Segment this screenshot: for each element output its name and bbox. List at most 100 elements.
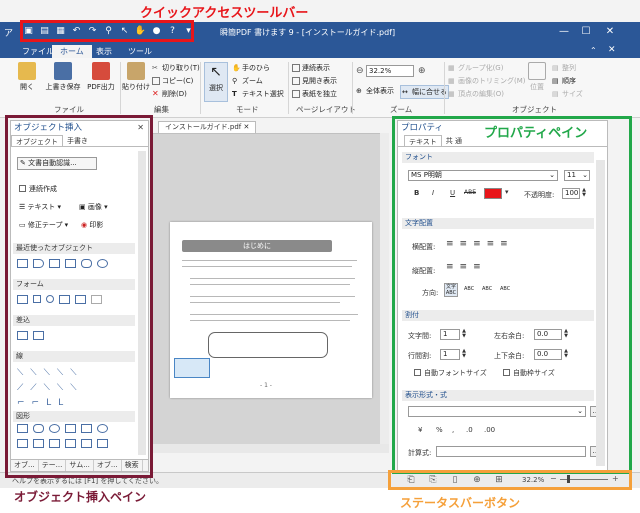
open-button[interactable]: 開く bbox=[12, 62, 42, 92]
document-tab-label: インストールガイド.pdf bbox=[165, 123, 242, 131]
hand-icon: ✋ bbox=[232, 64, 241, 72]
text-line bbox=[190, 296, 355, 297]
separator bbox=[352, 62, 353, 114]
text-line bbox=[190, 314, 358, 315]
group-zoom-label: ズーム bbox=[390, 105, 413, 114]
position-label: 位置 bbox=[530, 83, 544, 91]
maximize-icon[interactable]: ☐ bbox=[578, 25, 594, 39]
canvas-v-scrollbar[interactable] bbox=[380, 133, 389, 444]
cut-button[interactable]: ✂ 切り取り(T) bbox=[152, 63, 200, 73]
copy-icon bbox=[152, 77, 160, 85]
delete-button[interactable]: ✕ 削除(D) bbox=[152, 89, 187, 99]
cover-separate-button[interactable]: 表紙を独立 bbox=[292, 89, 337, 99]
spread-icon bbox=[292, 77, 300, 85]
callout-box[interactable] bbox=[208, 332, 328, 358]
ribbon-collapse-icon[interactable]: ⌃ bbox=[590, 46, 597, 55]
delete-icon: ✕ bbox=[152, 89, 159, 98]
save-button[interactable]: 上書き保存 bbox=[44, 62, 82, 92]
minimize-icon[interactable]: — bbox=[556, 25, 572, 39]
property-pane-caption: プロパティペイン bbox=[484, 126, 588, 141]
order-icon: ▤ bbox=[552, 77, 559, 85]
text-line bbox=[190, 302, 340, 303]
status-bar-buttons-highlight bbox=[388, 470, 632, 490]
continuous-view-label: 連続表示 bbox=[302, 64, 330, 72]
vertex-edit-button[interactable]: ▦ 頂点の編集(O) bbox=[448, 89, 504, 99]
zoom-in-icon[interactable]: ⊕ bbox=[418, 66, 426, 76]
fit-width-button[interactable]: ↔ 幅に合せる bbox=[400, 85, 449, 99]
selected-object[interactable] bbox=[174, 358, 210, 378]
save-icon bbox=[54, 62, 72, 80]
group-icon: ▦ bbox=[448, 64, 455, 72]
separator bbox=[200, 62, 201, 114]
align-icon: ▤ bbox=[552, 64, 559, 72]
property-pane-highlight bbox=[392, 116, 632, 474]
doc-close-icon[interactable]: ✕ bbox=[608, 45, 616, 55]
cursor-icon: ↖ bbox=[210, 64, 222, 80]
menu-tools[interactable]: ツール bbox=[120, 45, 160, 58]
zoom-combo[interactable]: 32.2% bbox=[366, 65, 414, 77]
position-button[interactable]: 位置 bbox=[526, 62, 548, 92]
size-button[interactable]: ▤ サイズ bbox=[552, 89, 583, 99]
open-label: 開く bbox=[20, 83, 34, 91]
continuous-view-button[interactable]: 連続表示 bbox=[292, 63, 330, 73]
paste-button[interactable]: 貼り付け bbox=[122, 62, 150, 92]
group-mode-label: モード bbox=[236, 105, 259, 114]
zoom-icon: ⚲ bbox=[232, 77, 238, 85]
separator bbox=[444, 62, 445, 114]
group-layout-label: ページレイアウト bbox=[296, 105, 356, 114]
spread-view-button[interactable]: 見開き表示 bbox=[292, 76, 337, 86]
text-cursor-icon: T bbox=[232, 90, 237, 98]
text-line bbox=[190, 284, 350, 285]
group-button[interactable]: ▦ グループ化(G) bbox=[448, 63, 503, 73]
separator bbox=[288, 62, 289, 114]
status-bar-buttons-caption: ステータスバーボタン bbox=[400, 496, 521, 510]
fit-all-label: 全体表示 bbox=[366, 87, 394, 95]
copy-button[interactable]: コピー(C) bbox=[152, 76, 193, 86]
pdf-output-button[interactable]: PDF出力 bbox=[84, 62, 118, 92]
trim-icon: ▦ bbox=[448, 77, 455, 85]
document-page[interactable]: はじめに - 1 - bbox=[170, 222, 372, 398]
app-icon[interactable]: ア bbox=[4, 26, 13, 39]
order-label: 順序 bbox=[562, 77, 576, 85]
group-edit-label: 編集 bbox=[154, 105, 169, 114]
group-file-label: ファイル bbox=[54, 105, 84, 114]
page-banner: はじめに bbox=[182, 240, 332, 252]
spread-view-label: 見開き表示 bbox=[302, 77, 337, 85]
select-mode-label: 選択 bbox=[209, 84, 223, 92]
trim-button[interactable]: ▦ 画像のトリミング(M) bbox=[448, 76, 526, 86]
size-icon: ▤ bbox=[552, 90, 559, 98]
menu-home[interactable]: ホーム bbox=[52, 45, 92, 58]
cover-icon bbox=[292, 90, 300, 98]
ribbon: 開く 上書き保存 PDF出力 ファイル 貼り付け ✂ 切り取り(T) コピー(C)… bbox=[0, 58, 640, 118]
menu-view[interactable]: 表示 bbox=[88, 45, 120, 58]
order-button[interactable]: ▤ 順序 bbox=[552, 76, 576, 86]
select-mode-button[interactable]: ↖ 選択 bbox=[204, 62, 228, 102]
zoom-mode-button[interactable]: ⚲ ズーム bbox=[232, 76, 263, 86]
canvas-h-scrollbar[interactable] bbox=[152, 444, 389, 453]
text-select-button[interactable]: T テキスト選択 bbox=[232, 89, 284, 99]
save-label: 上書き保存 bbox=[45, 83, 81, 91]
hand-mode-button[interactable]: ✋ 手のひら bbox=[232, 63, 270, 73]
fit-width-icon: ↔ bbox=[402, 88, 408, 96]
align-label: 整列 bbox=[562, 64, 576, 72]
document-tab[interactable]: インストールガイド.pdf ✕ bbox=[158, 121, 257, 133]
cover-separate-label: 表紙を独立 bbox=[302, 90, 337, 98]
zoom-mode-label: ズーム bbox=[242, 77, 263, 85]
hand-mode-label: 手のひら bbox=[242, 64, 270, 72]
separator bbox=[120, 62, 121, 114]
page-number: - 1 - bbox=[260, 382, 272, 389]
text-line bbox=[190, 320, 350, 321]
fit-all-button[interactable]: ⊕ 全体表示 bbox=[356, 86, 394, 96]
quick-access-toolbar-caption: クイックアクセスツールバー bbox=[140, 6, 309, 21]
position-icon bbox=[528, 62, 546, 80]
delete-label: 削除(D) bbox=[162, 90, 187, 98]
size-label: サイズ bbox=[562, 90, 583, 98]
folder-icon bbox=[18, 62, 36, 80]
close-icon[interactable]: ✕ bbox=[602, 25, 618, 39]
align-button[interactable]: ▤ 整列 bbox=[552, 63, 576, 73]
object-insert-pane-caption: オブジェクト挿入ペイン bbox=[14, 490, 147, 504]
text-line bbox=[182, 266, 352, 267]
close-icon[interactable]: ✕ bbox=[243, 123, 249, 131]
zoom-out-icon[interactable]: ⊖ bbox=[356, 66, 364, 76]
object-insert-pane-highlight bbox=[5, 115, 153, 478]
